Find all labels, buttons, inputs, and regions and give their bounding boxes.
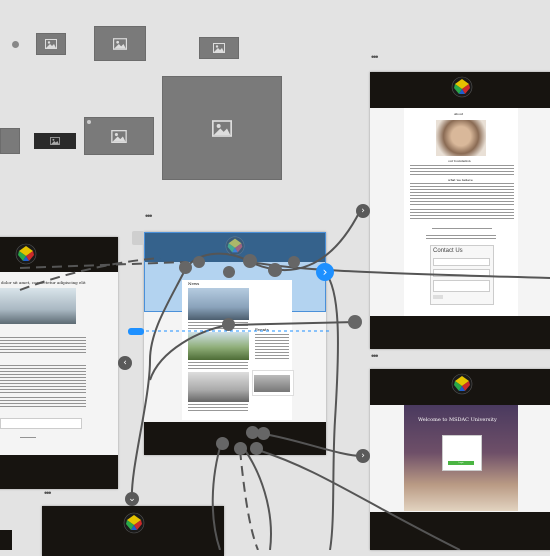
connector-node[interactable] <box>234 442 247 455</box>
connector-node[interactable] <box>222 318 235 331</box>
connector-node[interactable] <box>243 254 257 268</box>
chevron-right-icon[interactable]: › <box>356 204 370 218</box>
corner-handle[interactable] <box>132 231 144 245</box>
chevron-right-icon[interactable]: › <box>316 263 334 281</box>
chevron-left-icon[interactable]: ‹ <box>118 356 132 370</box>
connector-node[interactable] <box>223 266 235 278</box>
chevron-right-icon[interactable]: › <box>356 449 370 463</box>
connector-node[interactable] <box>179 261 192 274</box>
connector-node[interactable] <box>250 442 263 455</box>
connector-node[interactable] <box>257 427 270 440</box>
chevron-down-icon[interactable]: ⌄ <box>125 492 139 506</box>
connector-node[interactable] <box>268 263 282 277</box>
connector-node[interactable] <box>193 256 205 268</box>
connector-node[interactable] <box>216 437 229 450</box>
drag-handle[interactable] <box>128 328 144 335</box>
connector-node[interactable] <box>348 315 362 329</box>
connector-node[interactable] <box>288 256 300 268</box>
